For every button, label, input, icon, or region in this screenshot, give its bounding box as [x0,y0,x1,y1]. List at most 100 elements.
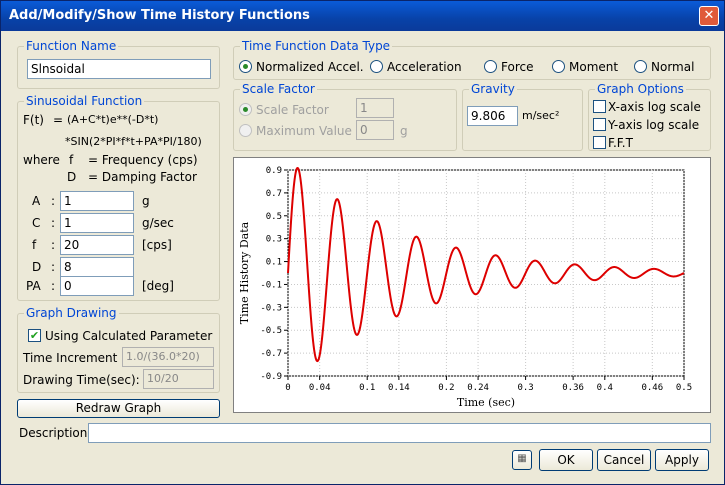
redraw-graph-button[interactable]: Redraw Graph [17,399,220,418]
description-label: Description [19,426,88,440]
time-history-chart: 0.9 0.7 0.5 0.3 0.1 -0.1 -0.3 -0.5 -0.7 -0.9 0 0.04… [233,157,711,413]
maximum-value-input[interactable]: 0 [356,120,394,140]
radio-scale-factor[interactable] [239,103,252,116]
param-pa-input[interactable]: 0 [60,276,134,296]
radio-force[interactable] [484,60,497,73]
param-d-label: D [32,260,42,274]
use-calculated-label[interactable]: Using Calculated Parameter [45,329,212,343]
param-d-input[interactable]: 8 [60,257,134,277]
y-tick-label: 0.1 [266,258,282,268]
data-type-group: Time Function Data Type Normalized Accel… [233,39,711,80]
f-definition: = Frequency (cps) [88,153,198,167]
param-f-unit: [cps] [142,238,172,252]
fft-checkbox[interactable] [593,136,606,149]
graph-drawing-group: Graph Drawing ✔ Using Calculated Paramet… [17,306,220,393]
radio-normalized-accel[interactable] [239,60,252,73]
param-f-sep: : [51,238,56,252]
function-name-input[interactable]: Slnsoidal [27,59,211,79]
param-pa-sep: : [51,279,56,293]
description-input[interactable] [88,423,711,443]
graph-options-title: Graph Options [595,82,686,96]
fft-label[interactable]: F.F.T [608,136,633,150]
gravity-title: Gravity [469,82,517,96]
d-name: D [67,170,77,184]
param-c-unit: g/sec [142,216,174,230]
sinusoidal-function-group: Sinusoidal Function F(t) = (A+C*t)e**(-D… [17,94,220,301]
scale-factor-title: Scale Factor [240,82,317,96]
graph-options-group: Graph Options X-axis log scale Y-axis lo… [588,82,711,151]
param-c-input[interactable]: 1 [60,213,134,233]
radio-moment[interactable] [552,60,565,73]
scale-factor-label: Scale Factor [256,103,329,117]
param-pa-unit: [deg] [142,279,174,293]
y-tick-label: 0.9 [266,166,282,176]
radio-acceleration[interactable] [370,60,383,73]
y-tick-label: 0.5 [266,212,282,222]
window-title: Add/Modify/Show Time History Functions [9,8,310,23]
param-a-sep: : [51,194,56,208]
sinusoidal-function-title: Sinusoidal Function [24,94,145,108]
param-f-input[interactable]: 20 [60,235,134,255]
title-bar: Add/Modify/Show Time History Functions ✕ [1,1,724,31]
radio-force-label[interactable]: Force [501,60,533,74]
y-tick-label: 0.7 [266,189,282,199]
maximum-value-unit: g [400,124,408,138]
x-log-label[interactable]: X-axis log scale [608,100,701,114]
x-tick-label: 0.4 [597,383,613,393]
x-tick-label: 0.1 [359,383,375,393]
d-definition: = Damping Factor [88,170,197,184]
maximum-value-label: Maximum Value [256,124,352,138]
y-log-checkbox[interactable] [593,118,606,131]
drawing-time-input[interactable]: 10/20 [143,369,214,389]
param-a-unit: g [142,194,150,208]
param-c-sep: : [51,216,56,230]
close-icon[interactable]: ✕ [699,6,719,26]
where-label: where [23,153,60,167]
time-increment-label: Time Increment : [23,351,126,365]
radio-normal[interactable] [634,60,647,73]
formula-line2: *SIN(2*PI*f*t+PA*PI/180) [65,135,202,148]
use-calculated-checkbox[interactable]: ✔ [28,329,41,342]
x-axis-label: Time (sec) [457,396,515,409]
radio-normalized-accel-label[interactable]: Normalized Accel. [256,60,364,74]
y-tick-label: -0.7 [260,349,282,359]
scale-factor-group: Scale Factor Scale Factor 1 Maximum Valu… [233,82,457,151]
x-tick-label: 0.3 [517,383,533,393]
gravity-unit: m/sec² [522,109,560,122]
x-tick-label: 0.2 [438,383,454,393]
scale-factor-input[interactable]: 1 [356,98,394,118]
data-type-title: Time Function Data Type [240,39,393,53]
apply-button[interactable]: Apply [655,449,709,471]
y-tick-label: -0.3 [260,303,282,313]
y-tick-label: -0.1 [260,280,282,290]
y-log-label[interactable]: Y-axis log scale [608,118,699,132]
param-pa-label: PA [26,279,41,293]
gravity-group: Gravity 9.806 m/sec² [462,82,583,151]
y-tick-label: -0.9 [260,372,282,382]
radio-maximum-value[interactable] [239,124,252,137]
chart-svg: 0.9 0.7 0.5 0.3 0.1 -0.1 -0.3 -0.5 -0.7 -0.90 0.04… [238,166,692,409]
formula-line1: (A+C*t)e**(-D*t) [67,113,159,126]
x-tick-label: 0.04 [309,383,331,393]
radio-acceleration-label[interactable]: Acceleration [387,60,462,74]
gravity-input[interactable]: 9.806 [467,106,518,126]
drawing-time-label: Drawing Time(sec): [23,373,140,387]
dialog-window: Add/Modify/Show Time History Functions ✕… [0,0,725,485]
y-axis-label: Time History Data [238,221,251,324]
param-a-input[interactable]: 1 [60,191,134,211]
formula-eq: = [53,113,64,127]
cancel-button[interactable]: Cancel [597,449,651,471]
formula-lhs: F(t) [23,113,44,127]
param-d-sep: : [51,260,56,274]
x-log-checkbox[interactable] [593,100,606,113]
x-tick-label: 0 [285,383,290,393]
y-tick-label: 0.3 [266,235,282,245]
y-tick-label: -0.5 [260,326,282,336]
x-tick-label: 0.14 [388,383,410,393]
ok-button[interactable]: OK [539,449,593,471]
param-a-label: A [32,194,41,208]
help-icon[interactable]: ▦ [512,450,532,470]
radio-normal-label[interactable]: Normal [651,60,694,74]
radio-moment-label[interactable]: Moment [569,60,618,74]
time-increment-input[interactable]: 1.0/(36.0*20) [122,347,214,367]
